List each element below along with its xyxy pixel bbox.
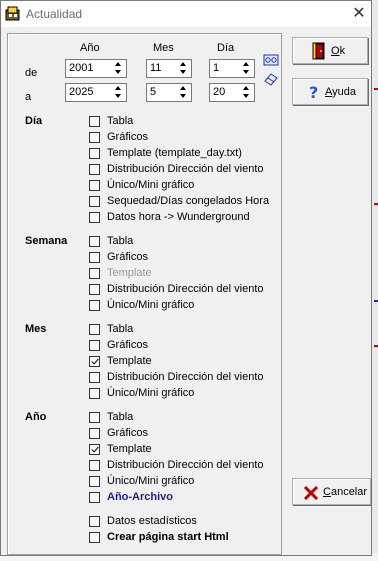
checkbox-box-checked[interactable] (89, 444, 100, 455)
spin-up-icon[interactable] (240, 85, 253, 92)
checkbox-box[interactable] (89, 324, 100, 335)
background-mark (374, 88, 378, 90)
help-label: Ayuda (325, 86, 356, 98)
checkbox-box[interactable] (89, 532, 100, 543)
day-header: Día (217, 42, 235, 54)
checkbox-box[interactable] (89, 428, 100, 439)
from-year-value: 2001 (69, 62, 94, 74)
checkbox-box[interactable] (89, 372, 100, 383)
checkbox-box[interactable] (89, 132, 100, 143)
section-ano-title: Año (25, 411, 47, 423)
checkbox-box[interactable] (89, 252, 100, 263)
spin-down-icon[interactable] (177, 68, 190, 75)
from-label: de (25, 67, 38, 79)
month-header: Mes (153, 42, 174, 54)
checkbox-box[interactable] (89, 340, 100, 351)
checkbox-box[interactable] (89, 116, 100, 127)
cancel-label: Cancelar (323, 486, 368, 498)
checkbox-box[interactable] (89, 180, 100, 191)
close-button[interactable]: ✕ (347, 3, 371, 25)
eraser-icon[interactable] (263, 72, 279, 86)
spin-up-icon[interactable] (240, 61, 253, 68)
section-semana-title: Semana (25, 235, 68, 247)
spin-down-icon[interactable] (112, 68, 125, 75)
title-bar[interactable]: Actualidad ✕ (1, 1, 371, 27)
checkbox-box[interactable] (89, 284, 100, 295)
background-mark (374, 300, 378, 302)
checkbox-box[interactable] (89, 492, 100, 503)
background-mark (374, 203, 378, 205)
spin-up-icon[interactable] (112, 85, 125, 92)
from-year-spinner[interactable]: 2001 (65, 59, 127, 78)
checkbox-box[interactable] (89, 164, 100, 175)
checkbox-box-checked[interactable] (89, 356, 100, 367)
to-label: a (25, 91, 32, 103)
cancel-x-icon (303, 485, 319, 501)
from-month-value: 11 (150, 62, 162, 74)
cancel-button[interactable]: Cancelar (292, 478, 371, 505)
to-year-spinner[interactable]: 2025 (65, 83, 127, 102)
from-day-spinner[interactable]: 1 (209, 59, 255, 78)
help-question-icon: ? (309, 83, 318, 101)
to-month-spinner[interactable]: 5 (146, 83, 192, 102)
to-month-value: 5 (150, 86, 157, 98)
checkbox-box[interactable] (89, 236, 100, 247)
to-day-spinner[interactable]: 20 (209, 83, 255, 102)
ok-button[interactable]: Ok (292, 37, 368, 64)
calendar-icon[interactable] (263, 53, 279, 67)
checkbox-box[interactable] (89, 476, 100, 487)
spin-down-icon[interactable] (240, 68, 253, 75)
checkbox-box[interactable] (89, 460, 100, 471)
svg-text:?: ? (309, 83, 318, 101)
checkbox-box[interactable] (89, 388, 100, 399)
checkbox-box (89, 268, 100, 279)
checkbox-box[interactable] (89, 148, 100, 159)
background-mark (374, 345, 378, 347)
to-day-value: 20 (213, 86, 226, 98)
checkbox-box[interactable] (89, 196, 100, 207)
spin-up-icon[interactable] (177, 61, 190, 68)
checkbox-box[interactable] (89, 212, 100, 223)
checkbox-box[interactable] (89, 516, 100, 527)
checkbox-box[interactable] (89, 412, 100, 423)
close-icon: ✕ (352, 5, 366, 22)
help-button[interactable]: ? Ayuda (292, 78, 368, 105)
door-exit-icon (312, 42, 325, 60)
ok-label-rest: k (339, 45, 346, 57)
spin-down-icon[interactable] (177, 92, 190, 99)
spin-down-icon[interactable] (240, 92, 253, 99)
year-header: Año (80, 42, 100, 54)
ok-label: Ok (331, 45, 346, 57)
app-icon (5, 6, 20, 21)
section-mes-title: Mes (25, 323, 47, 335)
from-month-spinner[interactable]: 11 (146, 59, 192, 78)
background-window-edge (372, 0, 378, 561)
section-dia-title: Día (25, 115, 43, 127)
window-title: Actualidad (26, 7, 83, 21)
actualidad-dialog: Actualidad ✕ Año Mes Día de a 2001 11 1 … (0, 0, 372, 556)
spin-up-icon[interactable] (112, 61, 125, 68)
checkbox-box[interactable] (89, 300, 100, 311)
from-day-value: 1 (213, 62, 220, 74)
spin-down-icon[interactable] (112, 92, 125, 99)
to-year-value: 2025 (69, 86, 94, 98)
spin-up-icon[interactable] (177, 85, 190, 92)
